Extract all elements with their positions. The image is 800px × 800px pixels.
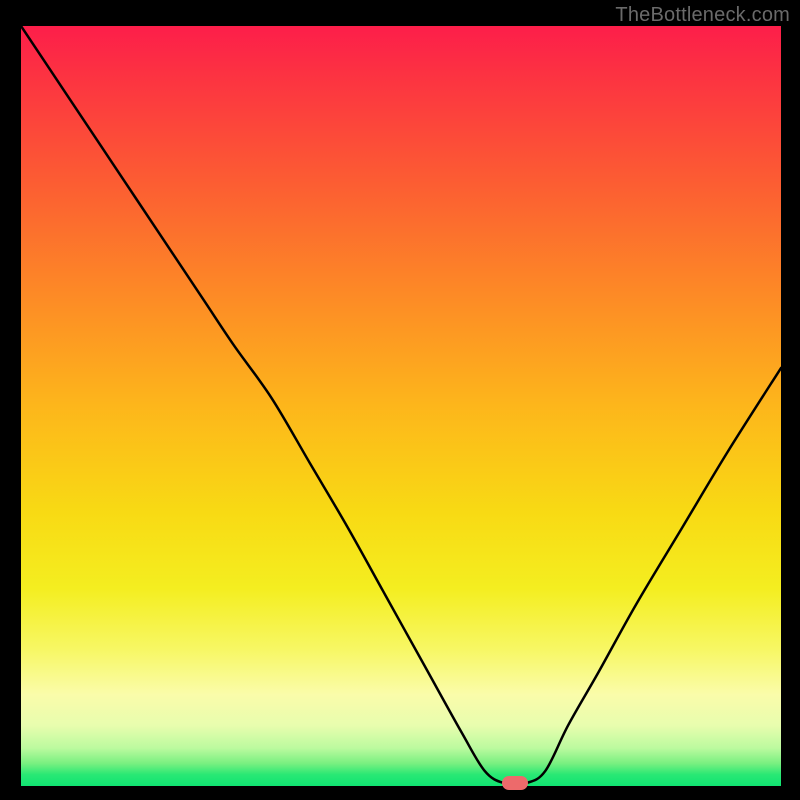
curve-layer	[21, 26, 781, 786]
trough-marker	[502, 776, 528, 790]
plot-area	[21, 26, 781, 786]
chart-container: TheBottleneck.com	[0, 0, 800, 800]
watermark-label: TheBottleneck.com	[615, 4, 790, 27]
bottleneck-curve	[21, 26, 781, 784]
